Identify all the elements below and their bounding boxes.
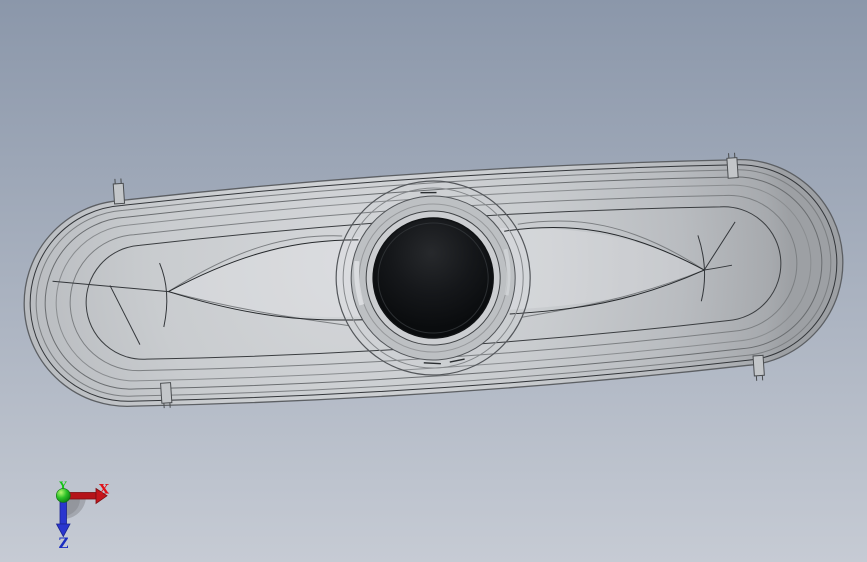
triad-origin-ball [55, 488, 71, 503]
clip-tab[interactable] [726, 157, 739, 179]
clip-tab[interactable] [112, 182, 126, 205]
cad-viewport[interactable]: Y X Z [0, 0, 867, 562]
viewport-canvas[interactable]: Y X Z [0, 0, 867, 562]
x-axis-label: X [99, 483, 110, 498]
clip-tab[interactable] [160, 382, 173, 404]
clip-tab[interactable] [752, 354, 765, 377]
z-axis-label: Z [59, 536, 69, 552]
